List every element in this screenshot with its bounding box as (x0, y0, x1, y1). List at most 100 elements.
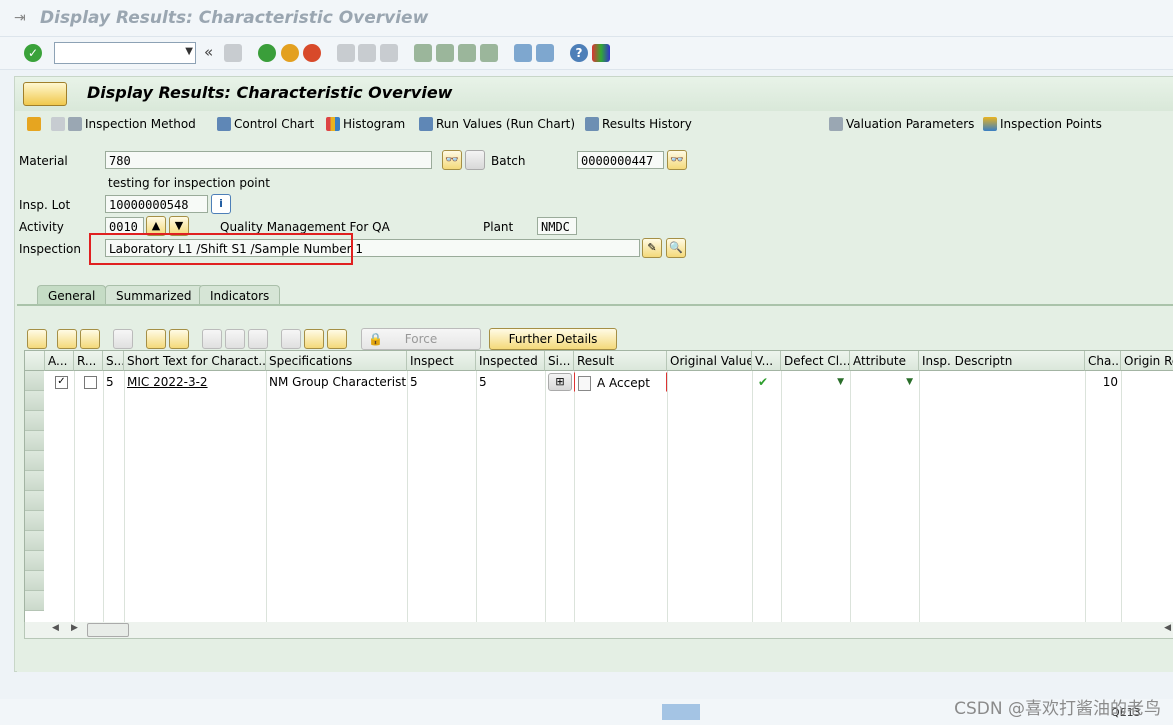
menu-button[interactable] (23, 82, 67, 106)
edit-inspection-button[interactable]: ✎ (642, 238, 662, 258)
deselect-all-icon[interactable] (80, 329, 100, 349)
back-icon[interactable] (258, 44, 276, 62)
scroll-right-icon[interactable]: ▶ (71, 623, 78, 633)
row-selector[interactable] (25, 591, 44, 611)
row-selector[interactable] (25, 451, 44, 471)
row-attribute[interactable]: ▼ (850, 372, 919, 392)
chevron-down-icon[interactable]: ▼ (185, 46, 193, 57)
single-values-button[interactable]: ⊞ (548, 373, 572, 391)
row-selector[interactable] (25, 551, 44, 571)
column-header-specifications[interactable]: Specifications (266, 351, 407, 371)
cancel-icon[interactable] (303, 44, 321, 62)
column-header-si[interactable]: Si... (545, 351, 574, 371)
valuation-parameters-button[interactable]: Valuation Parameters (829, 117, 974, 131)
customize-layout-icon[interactable] (592, 44, 610, 62)
last-page-icon[interactable] (480, 44, 498, 62)
row-selector[interactable] (25, 571, 44, 591)
batch-glasses-button[interactable]: 👓 (667, 150, 687, 170)
select-all-icon[interactable] (57, 329, 77, 349)
calculator-icon[interactable] (281, 329, 301, 349)
unlock-icon[interactable] (248, 329, 268, 349)
help-icon[interactable]: ? (570, 44, 588, 62)
find-next-icon[interactable] (380, 44, 398, 62)
column-header-inspect[interactable]: Inspect (407, 351, 476, 371)
scroll-thumb[interactable] (87, 623, 129, 637)
horizontal-scrollbar[interactable]: ◀ ▶ ◀ (24, 622, 1173, 639)
insp-lot-info-button[interactable]: i (211, 194, 231, 214)
row-insp-descriptn[interactable] (919, 372, 1085, 392)
enter-icon[interactable]: ✓ (24, 44, 42, 62)
row-selector[interactable] (25, 511, 44, 531)
row-short-text-link[interactable]: MIC 2022-3-2 (124, 372, 266, 392)
scroll-end-icon[interactable]: ◀ (1164, 623, 1171, 633)
row-inspect: 5 (410, 375, 418, 389)
tab-indicators[interactable]: Indicators (199, 285, 281, 305)
other-object-button[interactable] (27, 117, 41, 131)
calendar-icon[interactable] (304, 329, 324, 349)
material-description: testing for inspection point (108, 176, 270, 190)
inspection-points-button[interactable]: Inspection Points (983, 117, 1102, 131)
force-button[interactable]: 🔒 Force (361, 328, 481, 350)
column-header-a[interactable]: A... (45, 351, 74, 371)
row-defect-class[interactable]: ▼ (781, 372, 850, 392)
print-icon[interactable] (337, 44, 355, 62)
run-values-button[interactable]: Run Values (Run Chart) (419, 117, 575, 131)
row-selector[interactable] (25, 391, 44, 411)
row-selector[interactable] (25, 371, 44, 391)
row-selector[interactable] (25, 411, 44, 431)
column-header-result[interactable]: Result (574, 351, 667, 371)
row-selector[interactable] (25, 491, 44, 511)
further-details-button[interactable]: Further Details (489, 328, 617, 350)
next-page-icon[interactable] (458, 44, 476, 62)
column-header-attribute[interactable]: Attribute (850, 351, 919, 371)
column-header-insp-descriptn[interactable]: Insp. Descriptn (919, 351, 1085, 371)
tab-general[interactable]: General (37, 285, 107, 305)
chevron-down-icon[interactable]: ▼ (837, 372, 844, 392)
row-original-value[interactable] (667, 372, 752, 392)
row-result[interactable]: A Accept (574, 372, 667, 392)
material-glasses-button[interactable]: 👓 (442, 150, 462, 170)
column-header-r[interactable]: R... (74, 351, 103, 371)
command-field[interactable]: ▼ (54, 42, 196, 64)
column-header-short-text[interactable]: Short Text for Charact... (124, 351, 266, 371)
exit-icon[interactable] (281, 44, 299, 62)
results-history-button[interactable]: Results History (585, 117, 692, 131)
histogram-button[interactable]: Histogram (326, 117, 405, 131)
chevron-down-icon[interactable]: ▼ (906, 372, 913, 392)
column-header-defect-class[interactable]: Defect Cl... (781, 351, 850, 371)
material-copy-button[interactable] (465, 150, 485, 170)
inspection-method-button[interactable]: Inspection Method (51, 117, 196, 131)
row-selector[interactable] (25, 431, 44, 451)
column-header-original-value[interactable]: Original Value (667, 351, 752, 371)
exit-menu-icon[interactable]: ⇥ (14, 10, 26, 26)
first-page-icon[interactable] (414, 44, 432, 62)
row-selector[interactable] (25, 471, 44, 491)
column-header-cha[interactable]: Cha... (1085, 351, 1121, 371)
inspection-search-button[interactable]: 🔍 (666, 238, 686, 258)
control-chart-button[interactable]: Control Chart (217, 117, 314, 131)
notes-icon[interactable] (327, 329, 347, 349)
shortcut-icon[interactable] (536, 44, 554, 62)
previous-page-icon[interactable] (436, 44, 454, 62)
find-icon[interactable] (358, 44, 376, 62)
new-session-icon[interactable] (514, 44, 532, 62)
row-a-checkbox[interactable]: ✓ (55, 376, 68, 389)
run-chart-icon (419, 117, 433, 131)
column-header-s[interactable]: S... (103, 351, 124, 371)
details-icon[interactable] (27, 329, 47, 349)
sort-descending-icon[interactable] (146, 329, 166, 349)
copy-icon[interactable] (202, 329, 222, 349)
row-selector[interactable] (25, 531, 44, 551)
column-header-inspected[interactable]: Inspected (476, 351, 545, 371)
save-icon[interactable] (224, 44, 242, 62)
insert-row-icon[interactable] (113, 329, 133, 349)
column-header-origin-re[interactable]: Origin Re (1121, 351, 1173, 371)
collapse-icon[interactable]: « (204, 43, 213, 61)
scroll-left-icon[interactable]: ◀ (52, 623, 59, 633)
sort-ascending-icon[interactable] (169, 329, 189, 349)
row-selector-header[interactable] (25, 351, 45, 371)
lock-icon[interactable] (225, 329, 245, 349)
tab-summarized[interactable]: Summarized (105, 285, 203, 305)
row-r-checkbox[interactable] (84, 376, 97, 389)
column-header-v[interactable]: V... (752, 351, 781, 371)
